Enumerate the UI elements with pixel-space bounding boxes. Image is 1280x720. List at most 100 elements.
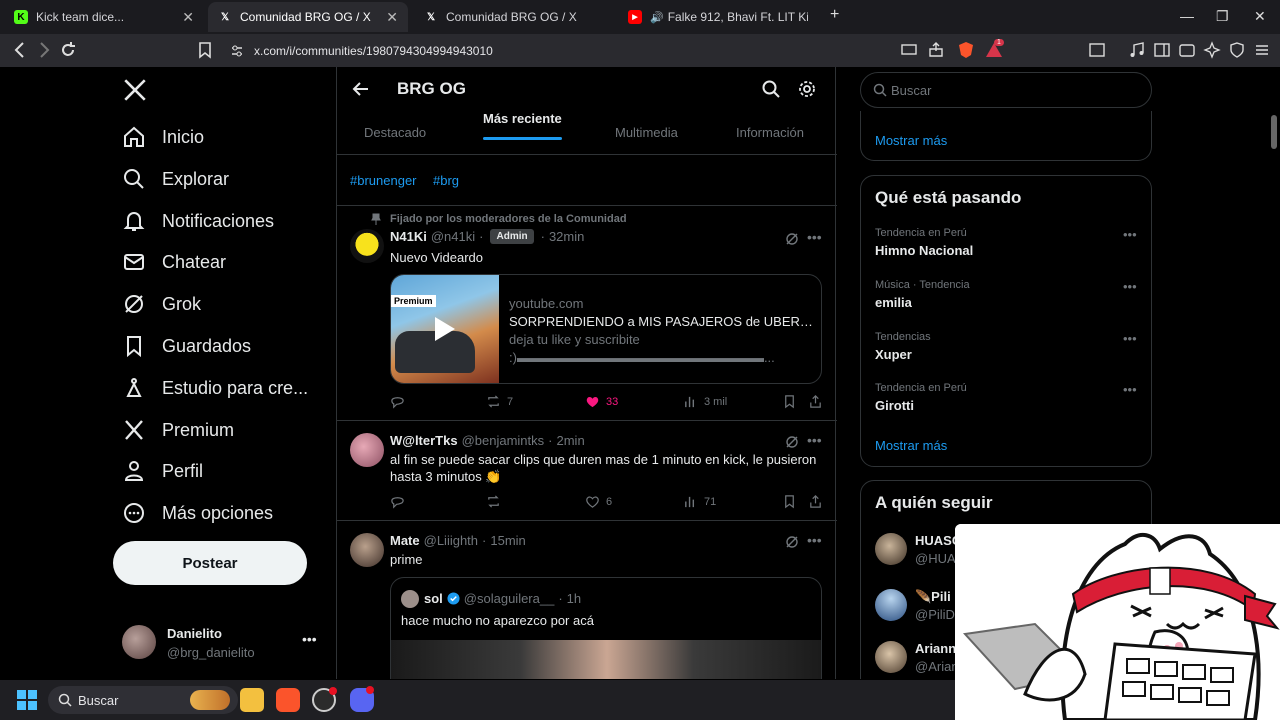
cast-icon[interactable] (900, 41, 918, 59)
back-arrow-icon[interactable] (351, 79, 371, 99)
more-dots-icon[interactable]: ••• (1123, 279, 1137, 294)
post[interactable]: W@lterTks @benjamintks · 2min ••• al fin… (337, 421, 837, 521)
grok-icon[interactable] (785, 535, 799, 549)
author-handle[interactable]: @n41ki (431, 229, 475, 244)
reply-button[interactable] (390, 494, 405, 509)
nav-item-profile[interactable]: Perfil (122, 451, 203, 491)
more-dots-icon[interactable]: ••• (807, 432, 822, 448)
close-tab-icon[interactable]: ✕ (182, 9, 194, 26)
post-time[interactable]: 2min (557, 433, 585, 448)
trend-item[interactable]: Tendencia en Perú Himno Nacional ••• (875, 227, 1145, 258)
search-icon[interactable] (761, 79, 781, 99)
link-card[interactable]: Premium youtube.com SORPRENDIENDO a MIS … (390, 274, 822, 384)
show-more-link[interactable]: Mostrar más (875, 438, 947, 453)
show-more-link[interactable]: Mostrar más (875, 133, 947, 148)
browser-tab-community[interactable]: 𝕏 Comunidad BRG OG / X (414, 2, 614, 32)
author-handle[interactable]: @Liiighth (424, 533, 478, 548)
post[interactable]: Mate @Liiighth · 15min ••• prime sol @so… (337, 521, 837, 679)
menu-icon[interactable] (1253, 41, 1271, 59)
scrollbar-thumb[interactable] (1271, 115, 1277, 149)
grok-icon[interactable] (785, 232, 799, 246)
views-button[interactable]: 71 (683, 494, 716, 509)
music-icon[interactable] (1128, 41, 1146, 59)
browser-tab-kick[interactable]: K Kick team dice... ✕ (4, 2, 204, 32)
like-button[interactable]: 6 (585, 494, 612, 509)
share-icon[interactable] (927, 41, 945, 59)
author-handle[interactable]: @benjamintks (462, 433, 545, 448)
like-button[interactable]: 33 (585, 394, 618, 409)
avatar[interactable] (350, 433, 384, 467)
pinned-post[interactable]: Fijado por los moderadores de la Comunid… (337, 207, 837, 421)
vpn-icon[interactable] (1228, 41, 1246, 59)
account-switcher[interactable]: Danielito @brg_danielito ••• (122, 623, 322, 663)
leo-ai-icon[interactable] (1203, 41, 1221, 59)
views-button[interactable]: 3 mil (683, 394, 727, 409)
taskbar-search-input[interactable]: Buscar (48, 686, 238, 714)
nav-item-grok[interactable]: Grok (122, 284, 201, 324)
quoted-post[interactable]: sol @solaguilera__ · 1h hace mucho no ap… (390, 577, 822, 679)
wallet-icon[interactable] (1178, 41, 1196, 59)
nav-item-home[interactable]: Inicio (122, 117, 204, 157)
nav-item-bookmarks[interactable]: Guardados (122, 326, 251, 366)
nav-item-creator-studio[interactable]: Estudio para cre... (122, 368, 308, 408)
hashtag-link[interactable]: #brg (433, 173, 459, 188)
trend-item[interactable]: Tendencias Xuper ••• (875, 331, 1145, 362)
browser-tab-community-active[interactable]: 𝕏 Comunidad BRG OG / X ✕ (208, 2, 408, 32)
gear-icon[interactable] (797, 79, 817, 99)
author-name[interactable]: N41Ki (390, 229, 427, 244)
post-time[interactable]: 32min (549, 229, 584, 244)
brave-browser-icon[interactable] (276, 688, 300, 712)
author-name[interactable]: W@lterTks (390, 433, 458, 448)
reply-button[interactable] (390, 394, 405, 409)
more-dots-icon[interactable]: ••• (807, 229, 822, 245)
close-window-icon[interactable]: ✕ (1254, 8, 1266, 25)
post-time[interactable]: 15min (490, 533, 525, 548)
sidebar-icon[interactable] (1153, 41, 1171, 59)
browser-tab-youtube[interactable]: ▶ 🔊 Falke 912, Bhavi Ft. LIT Killah - Na (618, 2, 818, 32)
tab-media[interactable]: Multimedia (615, 125, 678, 140)
repost-button[interactable]: 7 (486, 394, 513, 409)
bookmark-button[interactable] (782, 494, 797, 509)
url-bar[interactable]: x.com/i/communities/1980794304994943010 (226, 38, 1016, 63)
reader-mode-icon[interactable] (1088, 41, 1106, 59)
file-explorer-icon[interactable] (240, 688, 264, 712)
more-dots-icon[interactable]: ••• (1123, 227, 1137, 242)
search-input[interactable]: Buscar (860, 72, 1152, 108)
share-button[interactable] (808, 394, 823, 409)
site-settings-icon[interactable] (230, 44, 244, 58)
nav-item-premium[interactable]: Premium (122, 410, 234, 450)
more-dots-icon[interactable]: ••• (1123, 331, 1137, 346)
tab-featured[interactable]: Destacado (364, 125, 426, 140)
bookmark-page-icon[interactable] (195, 40, 215, 60)
avatar[interactable] (350, 229, 384, 263)
forward-arrow-icon[interactable] (34, 40, 54, 60)
new-tab-button[interactable]: + (830, 6, 839, 24)
trend-item[interactable]: Música · Tendencia emilia ••• (875, 279, 1145, 310)
repost-button[interactable] (486, 494, 501, 509)
more-dots-icon[interactable]: ••• (302, 631, 317, 647)
close-tab-icon[interactable]: ✕ (386, 9, 398, 26)
share-button[interactable] (808, 494, 823, 509)
post-button[interactable]: Postear (113, 541, 307, 585)
author-name[interactable]: Mate (390, 533, 420, 548)
tab-about[interactable]: Información (736, 125, 804, 140)
brave-shield-icon[interactable] (957, 41, 975, 59)
hashtag-link[interactable]: #brunenger (350, 173, 417, 188)
trend-item[interactable]: Tendencia en Perú Girotti ••• (875, 382, 1145, 413)
nav-item-chat[interactable]: Chatear (122, 242, 226, 282)
tab-latest[interactable]: Más reciente (483, 111, 562, 140)
nav-item-notifications[interactable]: Notificaciones (122, 201, 274, 241)
restore-icon[interactable]: ❐ (1216, 8, 1229, 25)
avatar[interactable] (350, 533, 384, 567)
windows-start-icon[interactable] (16, 689, 38, 711)
nav-item-explore[interactable]: Explorar (122, 159, 229, 199)
minimize-icon[interactable]: — (1180, 8, 1194, 24)
x-logo-icon[interactable] (122, 77, 148, 103)
bookmark-button[interactable] (782, 394, 797, 409)
more-dots-icon[interactable]: ••• (1123, 382, 1137, 397)
back-arrow-icon[interactable] (10, 40, 30, 60)
more-dots-icon[interactable]: ••• (807, 532, 822, 548)
grok-icon[interactable] (785, 435, 799, 449)
nav-item-more[interactable]: Más opciones (122, 493, 273, 533)
reload-icon[interactable] (58, 40, 78, 60)
